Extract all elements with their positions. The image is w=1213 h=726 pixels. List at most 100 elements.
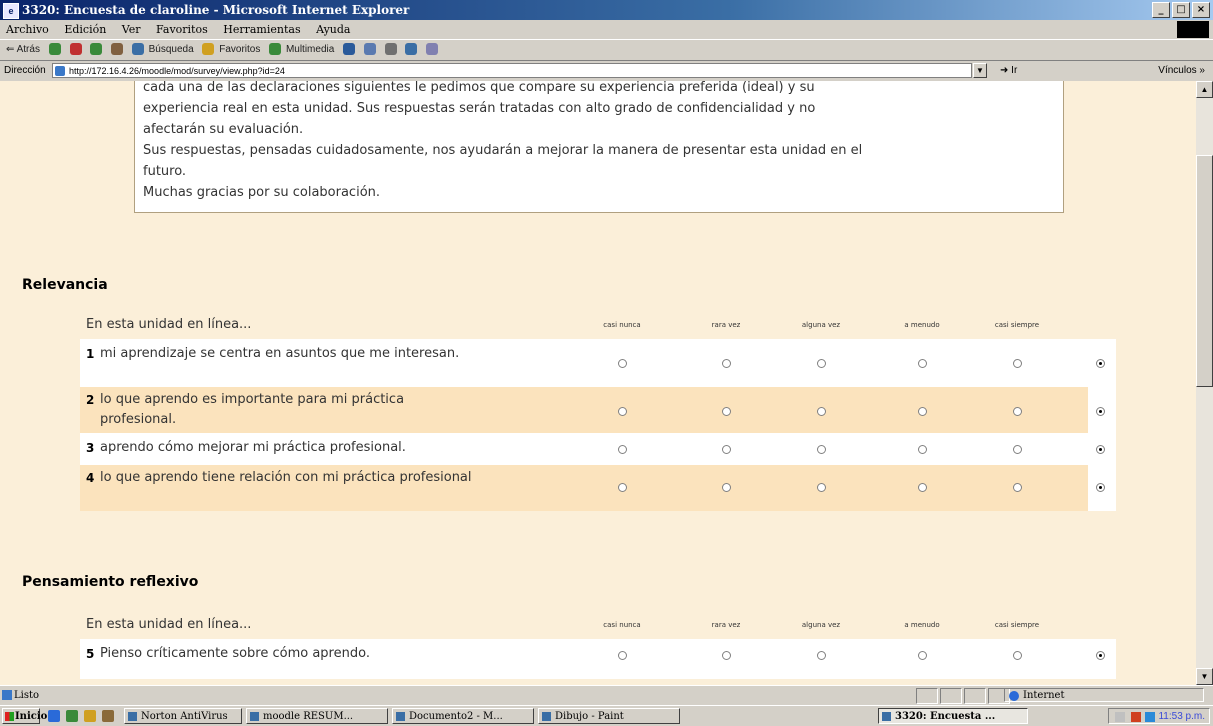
option-header: a menudo: [904, 321, 940, 329]
radio-option[interactable]: [618, 651, 627, 660]
intro-line: futuro.: [143, 164, 187, 179]
question-text: mi aprendizaje se centra en asuntos que …: [100, 346, 460, 361]
radio-option[interactable]: [817, 407, 826, 416]
address-dropdown-button[interactable]: ▼: [973, 63, 987, 78]
menu-favoritos[interactable]: Favoritos: [156, 23, 208, 36]
home-icon[interactable]: [111, 43, 124, 56]
vertical-scrollbar[interactable]: ▲ ▼: [1196, 81, 1213, 685]
radio-option[interactable]: [918, 445, 927, 454]
radio-option[interactable]: [722, 445, 731, 454]
radio-option[interactable]: [1013, 407, 1022, 416]
menu-ver[interactable]: Ver: [122, 23, 141, 36]
radio-option[interactable]: [618, 445, 627, 454]
close-button[interactable]: ×: [1192, 2, 1210, 18]
history-icon[interactable]: [343, 43, 356, 56]
tray-icon[interactable]: [1145, 712, 1155, 722]
forward-icon[interactable]: [48, 43, 61, 56]
question-number: 4: [86, 471, 95, 485]
radio-option[interactable]: [722, 651, 731, 660]
ie-quicklaunch-icon[interactable]: [48, 710, 60, 722]
radio-no-answer[interactable]: [1096, 651, 1105, 660]
radio-option[interactable]: [1013, 483, 1022, 492]
status-text: Listo: [14, 690, 40, 701]
option-header: a menudo: [904, 621, 940, 629]
task-dibujo-paint[interactable]: Dibujo - Paint: [538, 708, 680, 724]
address-input[interactable]: http://172.16.4.26/moodle/mod/survey/vie…: [52, 63, 972, 78]
favorites-button[interactable]: Favoritos: [219, 40, 260, 60]
radio-no-answer[interactable]: [1096, 407, 1105, 416]
discuss-icon[interactable]: [426, 43, 439, 56]
option-header: casi nunca: [603, 621, 641, 629]
start-button[interactable]: Inicio: [2, 708, 47, 724]
tray-icon[interactable]: [1131, 712, 1141, 722]
scroll-thumb[interactable]: [1196, 155, 1213, 387]
radio-option[interactable]: [722, 407, 731, 416]
edit-icon[interactable]: [405, 43, 418, 56]
radio-option[interactable]: [1013, 651, 1022, 660]
radio-option[interactable]: [618, 359, 627, 368]
print-icon[interactable]: [384, 43, 397, 56]
mail-icon[interactable]: [363, 43, 376, 56]
tray-icon[interactable]: [1115, 712, 1125, 722]
ie-window: e 3320: Encuesta de claroline - Microsof…: [0, 0, 1213, 726]
radio-option[interactable]: [1013, 445, 1022, 454]
multimedia-icon: [269, 43, 282, 56]
radio-option[interactable]: [817, 651, 826, 660]
radio-option[interactable]: [918, 483, 927, 492]
page-content: cada una de las declaraciones siguientes…: [0, 81, 1196, 685]
menu-archivo[interactable]: Archivo: [6, 23, 49, 36]
radio-option[interactable]: [722, 483, 731, 492]
go-label: Ir: [1011, 65, 1018, 76]
menu-herramientas[interactable]: Herramientas: [223, 23, 300, 36]
task-encuesta[interactable]: 3320: Encuesta ...: [878, 708, 1028, 724]
title-bar[interactable]: e 3320: Encuesta de claroline - Microsof…: [0, 0, 1213, 20]
scroll-down-button[interactable]: ▼: [1196, 668, 1213, 685]
question-text: lo que aprendo es importante para mi prá…: [100, 392, 405, 427]
radio-option[interactable]: [722, 359, 731, 368]
scroll-up-button[interactable]: ▲: [1196, 81, 1213, 98]
radio-option[interactable]: [618, 407, 627, 416]
task-norton[interactable]: Norton AntiVirus: [124, 708, 242, 724]
radio-no-answer[interactable]: [1096, 445, 1105, 454]
favorites-icon: [202, 43, 215, 56]
radio-option[interactable]: [817, 445, 826, 454]
menu-ayuda[interactable]: Ayuda: [316, 23, 350, 36]
radio-option[interactable]: [817, 483, 826, 492]
app-quicklaunch-icon[interactable]: [102, 710, 114, 722]
option-header: casi nunca: [603, 321, 641, 329]
refresh-icon[interactable]: [90, 43, 103, 56]
task-documento2[interactable]: Documento2 - M...: [392, 708, 534, 724]
back-button[interactable]: ⇐ Atrás: [6, 40, 40, 60]
radio-option[interactable]: [1013, 359, 1022, 368]
radio-option[interactable]: [918, 651, 927, 660]
menu-edicion[interactable]: Edición: [64, 23, 106, 36]
radio-option[interactable]: [918, 407, 927, 416]
links-button[interactable]: Vínculos »: [1158, 61, 1205, 81]
minimize-button[interactable]: _: [1152, 2, 1170, 18]
zone-label: Internet: [1023, 690, 1065, 701]
radio-option[interactable]: [618, 483, 627, 492]
maximize-button[interactable]: □: [1172, 2, 1190, 18]
intro-line: Muchas gracias por su colaboración.: [143, 185, 381, 200]
table-row: 4 lo que aprendo tiene relación con mi p…: [80, 465, 1116, 511]
windows-logo-icon: [1177, 21, 1209, 38]
windows-flag-icon: [5, 712, 14, 721]
intro-line: Sus respuestas, pensadas cuidadosamente,…: [143, 143, 863, 158]
taskbar: Inicio Norton AntiVirus moodle RESUM... …: [0, 705, 1213, 726]
question-number: 1: [86, 347, 95, 361]
desktop-quicklaunch-icon[interactable]: [66, 710, 78, 722]
multimedia-button[interactable]: Multimedia: [286, 40, 334, 60]
search-icon: [131, 43, 144, 56]
outlook-quicklaunch-icon[interactable]: [84, 710, 96, 722]
radio-no-answer[interactable]: [1096, 483, 1105, 492]
section-title-relevancia: Relevancia: [22, 277, 108, 293]
stop-icon[interactable]: [69, 43, 82, 56]
radio-option[interactable]: [817, 359, 826, 368]
search-button[interactable]: Búsqueda: [149, 40, 194, 60]
task-icon: [396, 712, 405, 721]
task-label: 3320: Encuesta ...: [895, 711, 996, 722]
radio-option[interactable]: [918, 359, 927, 368]
radio-no-answer[interactable]: [1096, 359, 1105, 368]
go-button[interactable]: ➜ Ir: [1000, 61, 1017, 81]
task-moodle-resum[interactable]: moodle RESUM...: [246, 708, 388, 724]
